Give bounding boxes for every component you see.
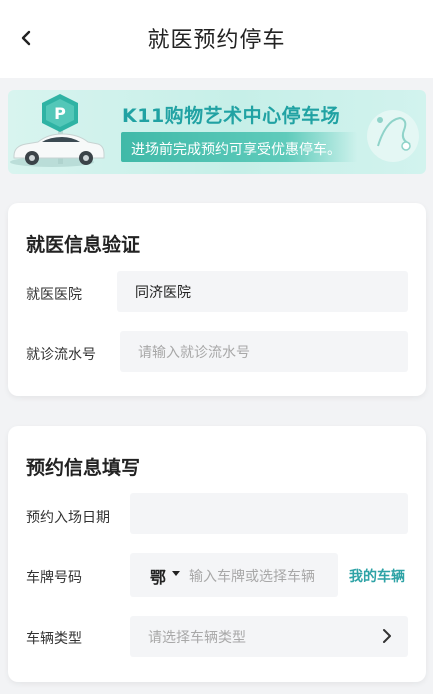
parking-banner: P K11购物艺术中心停车场 进场前完成预约可享受优惠停车。 <box>8 90 426 174</box>
plate-input-group: 鄂 输入车牌或选择车辆 <box>130 553 338 597</box>
serial-placeholder: 请输入就诊流水号 <box>138 344 250 361</box>
vehicle-type-select[interactable]: 请选择车辆类型 <box>130 616 408 657</box>
province-selector[interactable]: 鄂 <box>150 564 166 588</box>
serial-number-input[interactable]: 请输入就诊流水号 <box>120 331 408 372</box>
hospital-field[interactable]: 同济医院 <box>117 271 408 312</box>
hospital-value: 同济医院 <box>135 284 191 301</box>
vehicle-type-placeholder: 请选择车辆类型 <box>148 629 246 646</box>
plate-number-input[interactable]: 输入车牌或选择车辆 <box>189 566 315 586</box>
hospital-label: 就医医院 <box>26 287 82 303</box>
chevron-right-icon <box>383 629 391 643</box>
page-title: 就医预约停车 <box>147 28 286 53</box>
medical-info-card: 就医信息验证 就医医院 同济医院 就诊流水号 请输入就诊流水号 <box>8 203 426 396</box>
parking-sign-letter: P <box>54 104 66 123</box>
entry-date-label: 预约入场日期 <box>26 510 110 526</box>
medical-info-title: 就医信息验证 <box>26 234 141 256</box>
navbar: 就医预约停车 <box>0 0 433 78</box>
vehicle-type-label: 车辆类型 <box>26 631 82 647</box>
booking-info-title: 预约信息填写 <box>26 457 141 479</box>
banner-subtitle: 进场前完成预约可享受优惠停车。 <box>131 142 341 158</box>
serial-label: 就诊流水号 <box>26 347 96 363</box>
caret-down-icon[interactable] <box>172 571 180 576</box>
booking-info-card: 预约信息填写 预约入场日期 车牌号码 鄂 输入车牌或选择车辆 我的车辆 车辆类型… <box>8 426 426 682</box>
plate-label: 车牌号码 <box>26 570 82 586</box>
my-vehicles-link[interactable]: 我的车辆 <box>349 566 405 586</box>
parking-car-illustration: P <box>10 94 105 167</box>
map-pin-decoration <box>367 110 419 162</box>
banner-title: K11购物艺术中心停车场 <box>122 105 341 127</box>
entry-date-field[interactable] <box>130 493 408 534</box>
